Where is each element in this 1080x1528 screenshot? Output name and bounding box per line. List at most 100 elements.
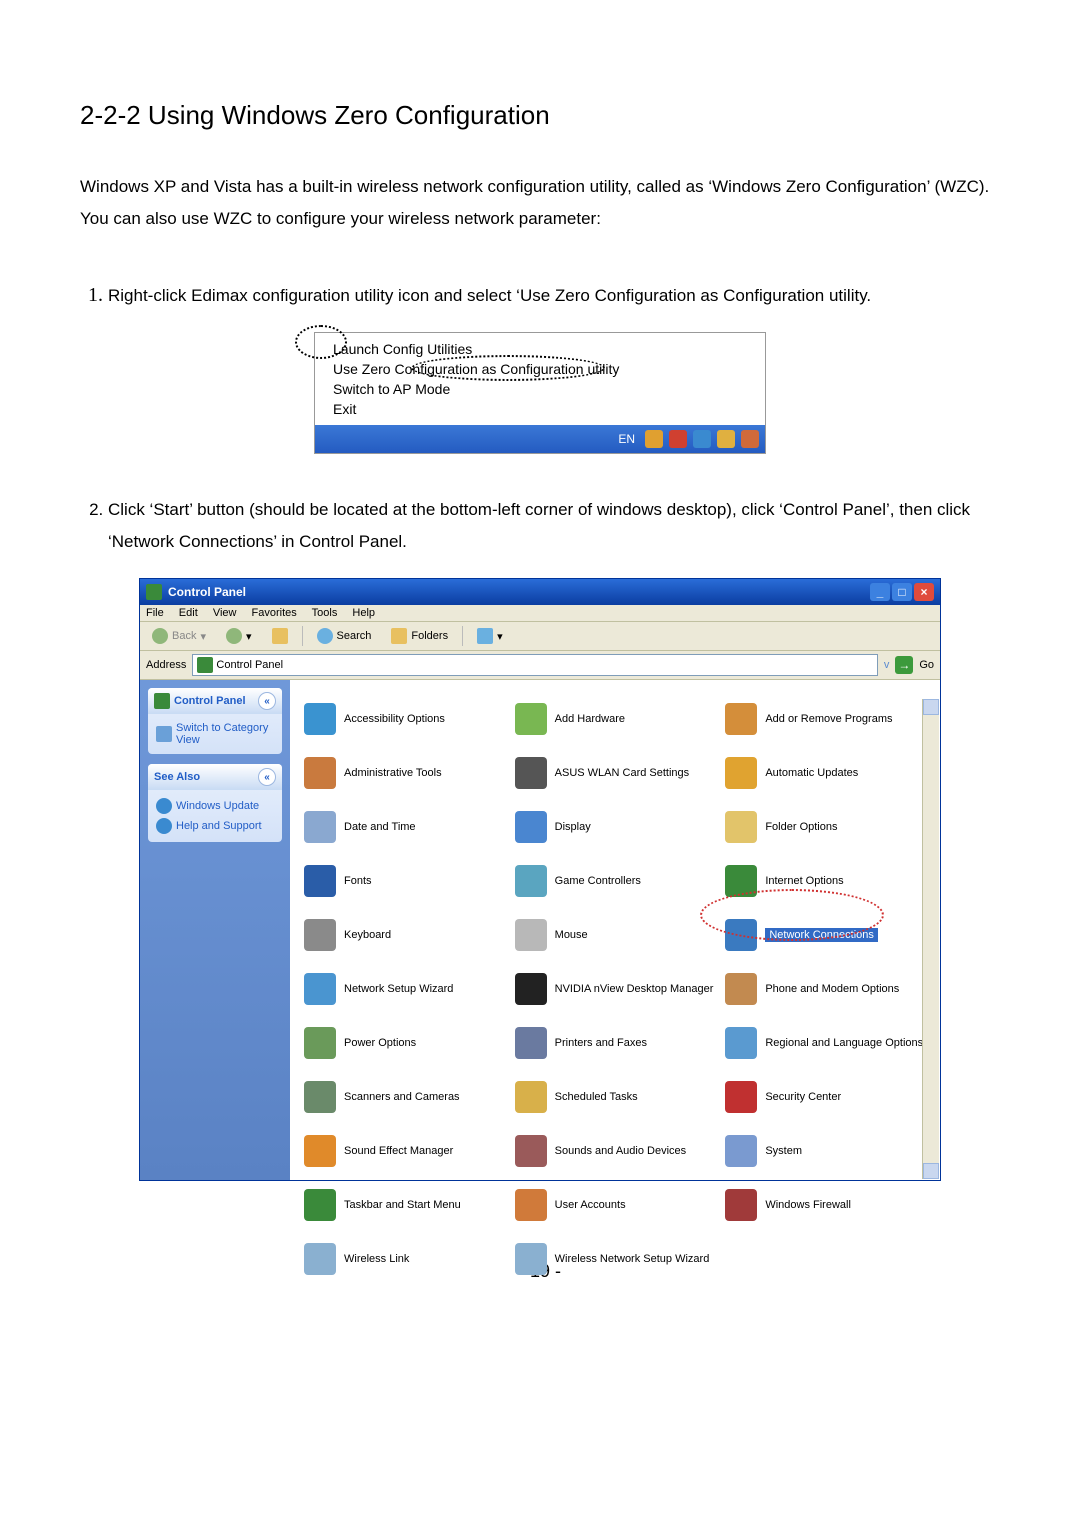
cp-item[interactable]: System <box>725 1126 926 1176</box>
cp-item[interactable]: ASUS WLAN Card Settings <box>515 748 716 798</box>
menu-file[interactable]: File <box>146 607 164 619</box>
menu-view[interactable]: View <box>213 607 237 619</box>
up-button[interactable] <box>266 626 294 646</box>
task-pane-header-seealso[interactable]: See Also « <box>148 764 282 790</box>
minimize-button[interactable]: _ <box>870 583 890 601</box>
cp-item[interactable]: Wireless Network Setup Wizard <box>515 1234 716 1284</box>
cp-item[interactable]: Taskbar and Start Menu <box>304 1180 505 1230</box>
menu-edit[interactable]: Edit <box>179 607 198 619</box>
tray-wifi-icon[interactable] <box>669 430 687 448</box>
close-button[interactable]: × <box>914 583 934 601</box>
cp-item-icon <box>304 1135 336 1167</box>
cp-item[interactable]: Add Hardware <box>515 694 716 744</box>
cp-item[interactable]: Phone and Modem Options <box>725 964 926 1014</box>
cp-item[interactable]: Game Controllers <box>515 856 716 906</box>
cp-item-label: NVIDIA nView Desktop Manager <box>555 983 714 995</box>
cp-item[interactable]: Wireless Link <box>304 1234 505 1284</box>
cp-item[interactable]: Regional and Language Options <box>725 1018 926 1068</box>
chevron-up-icon[interactable]: « <box>258 692 276 710</box>
cp-item[interactable]: Keyboard <box>304 910 505 960</box>
control-panel-icon <box>146 584 162 600</box>
step-2: Click ‘Start’ button (should be located … <box>108 494 1000 559</box>
cp-item[interactable]: Printers and Faxes <box>515 1018 716 1068</box>
switch-category-view-link[interactable]: Switch to Category View <box>156 720 274 748</box>
cp-item[interactable]: Scanners and Cameras <box>304 1072 505 1122</box>
windows-update-link[interactable]: Windows Update <box>156 796 274 816</box>
menu-help[interactable]: Help <box>352 607 375 619</box>
cp-item[interactable]: Mouse <box>515 910 716 960</box>
cp-item[interactable]: User Accounts <box>515 1180 716 1230</box>
menu-tools[interactable]: Tools <box>312 607 338 619</box>
cp-item[interactable]: Display <box>515 802 716 852</box>
tray-app-icon[interactable] <box>741 430 759 448</box>
vertical-scrollbar[interactable] <box>922 699 939 1179</box>
address-cp-icon <box>197 657 213 673</box>
cp-item-label: Security Center <box>765 1091 841 1103</box>
cp-item-icon <box>304 865 336 897</box>
cp-item-icon <box>515 1027 547 1059</box>
back-button[interactable]: Back ▾ <box>146 626 212 646</box>
forward-button[interactable]: ▾ <box>220 626 258 646</box>
cp-item[interactable]: Network Connections <box>725 910 926 960</box>
cp-item-label: Windows Firewall <box>765 1199 851 1211</box>
cp-item-label: Sound Effect Manager <box>344 1145 453 1157</box>
cp-item[interactable]: Date and Time <box>304 802 505 852</box>
chevron-up-icon[interactable]: « <box>258 768 276 786</box>
cp-item-label: User Accounts <box>555 1199 626 1211</box>
cp-item[interactable]: Sounds and Audio Devices <box>515 1126 716 1176</box>
cp-item[interactable]: Internet Options <box>725 856 926 906</box>
menu-item-use-zero[interactable]: Use Zero Configuration as Configuration … <box>315 359 765 379</box>
cp-item-icon <box>304 1027 336 1059</box>
cp-item[interactable]: Add or Remove Programs <box>725 694 926 744</box>
cp-item-icon <box>725 1189 757 1221</box>
go-button[interactable]: → <box>895 656 913 674</box>
address-input[interactable]: Control Panel <box>192 654 877 676</box>
folders-button[interactable]: Folders <box>385 626 454 646</box>
cp-item[interactable]: Automatic Updates <box>725 748 926 798</box>
cp-item-label: Regional and Language Options <box>765 1037 923 1049</box>
window-titlebar[interactable]: Control Panel _ □ × <box>140 579 940 605</box>
tray-volume-icon[interactable] <box>717 430 735 448</box>
go-label: Go <box>919 659 934 671</box>
cp-item-icon <box>725 919 757 951</box>
menu-favorites[interactable]: Favorites <box>252 607 297 619</box>
menu-item-exit[interactable]: Exit <box>315 399 765 419</box>
cp-item[interactable]: Sound Effect Manager <box>304 1126 505 1176</box>
menu-item-switch-ap[interactable]: Switch to AP Mode <box>315 379 765 399</box>
views-button[interactable]: ▾ <box>471 626 509 646</box>
toolbar: Back ▾ ▾ Search Folders ▾ <box>140 622 940 651</box>
address-dropdown-icon[interactable]: v <box>884 659 890 671</box>
cp-item[interactable]: Administrative Tools <box>304 748 505 798</box>
forward-icon <box>226 628 242 644</box>
cp-item[interactable]: Accessibility Options <box>304 694 505 744</box>
cp-item[interactable]: Network Setup Wizard <box>304 964 505 1014</box>
cp-item-icon <box>304 811 336 843</box>
cp-item-label: ASUS WLAN Card Settings <box>555 767 690 779</box>
tray-shield-icon[interactable] <box>645 430 663 448</box>
cp-item[interactable]: Power Options <box>304 1018 505 1068</box>
cp-item[interactable]: Fonts <box>304 856 505 906</box>
cp-item[interactable]: Folder Options <box>725 802 926 852</box>
up-folder-icon <box>272 628 288 644</box>
views-icon <box>477 628 493 644</box>
cp-item[interactable]: Windows Firewall <box>725 1180 926 1230</box>
cp-item-label: Mouse <box>555 929 588 941</box>
section-heading: 2-2-2 Using Windows Zero Configuration <box>80 100 1000 131</box>
cp-item-label: System <box>765 1145 802 1157</box>
cp-item[interactable]: Scheduled Tasks <box>515 1072 716 1122</box>
cp-item[interactable]: NVIDIA nView Desktop Manager <box>515 964 716 1014</box>
tray-network-icon[interactable] <box>693 430 711 448</box>
tray-language-indicator[interactable]: EN <box>618 432 635 446</box>
cp-item-icon <box>725 973 757 1005</box>
maximize-button[interactable]: □ <box>892 583 912 601</box>
menu-item-launch[interactable]: Launch Config Utilities <box>315 339 765 359</box>
search-button[interactable]: Search <box>311 626 378 646</box>
control-panel-items: Accessibility Options Add HardwareAdd or … <box>290 680 940 1180</box>
cp-item-label: Taskbar and Start Menu <box>344 1199 461 1211</box>
cp-item[interactable]: Security Center <box>725 1072 926 1122</box>
context-menu-figure: Launch Config Utilities Use Zero Configu… <box>314 332 766 454</box>
task-pane-header-cp[interactable]: Control Panel « <box>148 688 282 714</box>
help-support-link[interactable]: Help and Support <box>156 816 274 836</box>
cp-item-icon <box>304 1081 336 1113</box>
cp-item-label: Accessibility Options <box>344 713 445 725</box>
